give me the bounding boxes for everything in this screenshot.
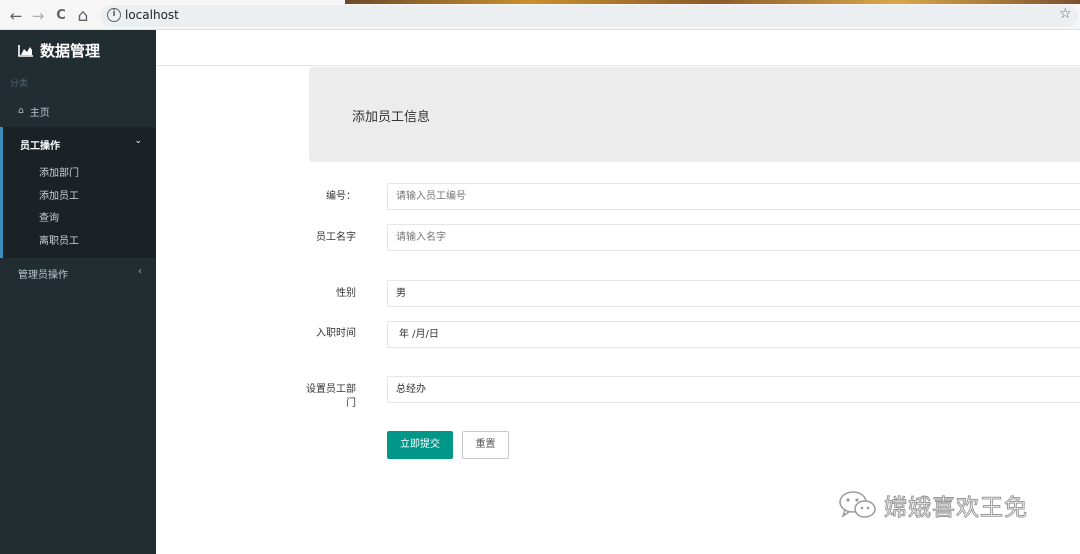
browser-toolbar: ← → C ⌂ i localhost ☆: [0, 0, 1080, 30]
sidebar-item-add-department[interactable]: 添加部门: [39, 164, 79, 179]
brand-title: 数据管理: [40, 42, 101, 60]
chevron-down-icon[interactable]: ⌄: [134, 136, 142, 146]
home-nav-icon: ⌂: [18, 106, 24, 116]
sidebar-group-title[interactable]: 员工操作: [20, 137, 60, 152]
back-icon[interactable]: ←: [6, 6, 26, 26]
sidebar-item-resigned[interactable]: 离职员工: [39, 232, 79, 247]
department-select[interactable]: 总经办: [387, 376, 1080, 403]
sidebar: 数据管理 分类 ⌂ 主页 员工操作 ⌄ 添加部门 添加员工 查询 离职员工 管理…: [0, 30, 156, 554]
sidebar-item-query[interactable]: 查询: [39, 209, 59, 224]
page-title: 添加员工信息: [352, 110, 431, 125]
sidebar-group-employee: 员工操作 ⌄ 添加部门 添加员工 查询 离职员工: [0, 127, 156, 258]
submit-button[interactable]: 立即提交: [387, 431, 453, 459]
employee-id-input[interactable]: 请输入员工编号: [387, 183, 1080, 210]
forward-icon[interactable]: →: [28, 6, 48, 26]
sidebar-item-add-employee[interactable]: 添加员工: [39, 187, 79, 202]
id-label: 编号：: [326, 191, 356, 202]
hire-date-input[interactable]: 年 /月/日: [387, 321, 1080, 348]
top-header: [156, 30, 1080, 66]
address-bar[interactable]: [100, 5, 1078, 27]
watermark-text: 嫦娥喜欢王免: [884, 495, 1028, 522]
gender-select[interactable]: 男: [387, 280, 1080, 307]
wechat-icon: [839, 491, 876, 518]
sidebar-item-label: 管理员操作: [18, 270, 68, 281]
department-label: 设置员工部门: [306, 384, 356, 409]
browser-tab-strip: [345, 0, 1080, 4]
panel-header: 添加员工信息: [309, 67, 1080, 162]
name-label: 员工名字: [316, 232, 356, 243]
gender-label: 性别: [336, 288, 356, 299]
area-chart-icon: [18, 45, 33, 57]
reload-icon[interactable]: C: [51, 6, 71, 26]
chevron-left-icon: ‹: [138, 266, 142, 277]
watermark: 嫦娥喜欢王免: [838, 488, 1028, 522]
home-icon[interactable]: ⌂: [73, 6, 93, 26]
url-text[interactable]: localhost: [125, 8, 179, 22]
brand[interactable]: 数据管理: [18, 40, 100, 61]
employee-name-input[interactable]: 请输入名字: [387, 224, 1080, 251]
reset-button[interactable]: 重置: [462, 431, 509, 459]
sidebar-item-admin[interactable]: 管理员操作 ‹: [0, 266, 156, 282]
site-info-icon[interactable]: i: [107, 8, 121, 22]
hire-date-label: 入职时间: [316, 328, 356, 339]
sidebar-item-home[interactable]: ⌂ 主页: [0, 100, 156, 122]
sidebar-item-label: 主页: [29, 107, 50, 119]
bookmark-star-icon[interactable]: ☆: [1059, 6, 1072, 22]
sidebar-category-header: 分类: [10, 79, 29, 89]
